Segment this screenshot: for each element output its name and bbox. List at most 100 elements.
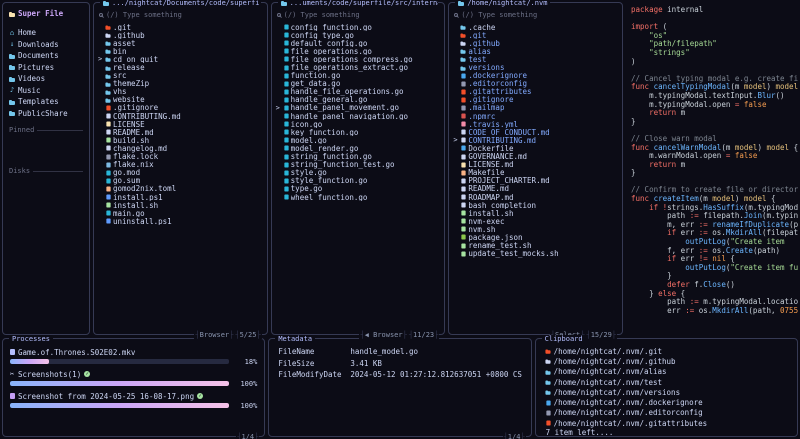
- file-name: Dockerfile: [468, 144, 513, 152]
- file-row[interactable]: .dockerignore: [451, 72, 620, 80]
- md-icon: [106, 146, 110, 151]
- file-row[interactable]: release: [96, 63, 265, 71]
- file-row[interactable]: model.go: [274, 136, 443, 144]
- file-row[interactable]: GOVERNANCE.md: [451, 153, 620, 161]
- file-row[interactable]: go.sum: [96, 177, 265, 185]
- sidebar-item[interactable]: PublicShare: [7, 108, 85, 120]
- file-row[interactable]: themeZip: [96, 80, 265, 88]
- sidebar-item[interactable]: ⌂ Home: [7, 27, 85, 39]
- file-row[interactable]: file_operations.go: [274, 47, 443, 55]
- file-row[interactable]: .git: [96, 23, 265, 31]
- file-row[interactable]: flake.nix: [96, 161, 265, 169]
- file-row[interactable]: install.ps1: [96, 193, 265, 201]
- file-row[interactable]: flake.lock: [96, 153, 265, 161]
- file-row[interactable]: gomod2nix.toml: [96, 185, 265, 193]
- file-row[interactable]: website: [96, 96, 265, 104]
- file-row[interactable]: .travis.yml: [451, 120, 620, 128]
- file-row[interactable]: .cache: [451, 23, 620, 31]
- file-row[interactable]: .gitignore: [96, 104, 265, 112]
- file-row[interactable]: file_operations_compress.go: [274, 55, 443, 63]
- file-row[interactable]: config_type.go: [274, 31, 443, 39]
- sidebar-item[interactable]: Videos: [7, 73, 85, 85]
- file-row[interactable]: vhs: [96, 88, 265, 96]
- file-row[interactable]: .git: [451, 31, 620, 39]
- sidebar-item[interactable]: ↓ Downloads: [7, 39, 85, 51]
- file-row[interactable]: install.sh: [451, 209, 620, 217]
- go-icon: [284, 81, 288, 86]
- file-row[interactable]: CONTRIBUTING.md: [451, 136, 620, 144]
- file-row[interactable]: CODE_OF_CONDUCT.md: [451, 128, 620, 136]
- file-row[interactable]: ROADMAP.md: [451, 193, 620, 201]
- file-row[interactable]: bash_completion: [451, 201, 620, 209]
- file-row[interactable]: asset: [96, 39, 265, 47]
- file-row[interactable]: handle_panel_navigation.go: [274, 112, 443, 120]
- file-row[interactable]: style_function.go: [274, 177, 443, 185]
- file-row[interactable]: model_render.go: [274, 144, 443, 152]
- file-row[interactable]: .github: [96, 31, 265, 39]
- file-row[interactable]: nvm-exec: [451, 217, 620, 225]
- file-row[interactable]: .npmrc: [451, 112, 620, 120]
- file-row[interactable]: .gitignore: [451, 96, 620, 104]
- disk-item[interactable]: [7, 178, 85, 190]
- file-row[interactable]: .github: [451, 39, 620, 47]
- file-row[interactable]: key_function.go: [274, 128, 443, 136]
- file-row[interactable]: wheel_function.go: [274, 193, 443, 201]
- file-row[interactable]: nvm.sh: [451, 225, 620, 233]
- file-row[interactable]: CONTRIBUTING.md: [96, 112, 265, 120]
- file-row[interactable]: PROJECT_CHARTER.md: [451, 177, 620, 185]
- sidebar-item[interactable]: Pictures: [7, 62, 85, 74]
- file-row[interactable]: cd_on_quit: [96, 55, 265, 63]
- metadata-value: handle_model.go: [350, 347, 418, 359]
- file-row[interactable]: get_data.go: [274, 80, 443, 88]
- file-row[interactable]: .gitattributes: [451, 88, 620, 96]
- file-row[interactable]: package.json: [451, 233, 620, 241]
- search-bar[interactable]: (/) Type something: [277, 11, 440, 19]
- sidebar-item[interactable]: ♪ Music: [7, 85, 85, 97]
- file-row[interactable]: test: [451, 55, 620, 63]
- file-row[interactable]: uninstall.ps1: [96, 217, 265, 225]
- file-row[interactable]: README.md: [451, 185, 620, 193]
- pinned-item[interactable]: [7, 149, 85, 161]
- file-row[interactable]: install.sh: [96, 201, 265, 209]
- file-row[interactable]: .mailmap: [451, 104, 620, 112]
- file-row[interactable]: update_test_mocks.sh: [451, 250, 620, 258]
- file-row[interactable]: rename_test.sh: [451, 242, 620, 250]
- processes-title: Processes: [9, 335, 53, 343]
- search-bar[interactable]: (/) Type something: [454, 11, 617, 19]
- sidebar-item[interactable]: Documents: [7, 50, 85, 62]
- file-row[interactable]: LICENSE.md: [451, 161, 620, 169]
- file-row[interactable]: handle_general.go: [274, 96, 443, 104]
- process-item[interactable]: Game.of.Thrones.S02E02.mkv ✓ 18%: [9, 347, 258, 366]
- file-row[interactable]: changelog.md: [96, 144, 265, 152]
- file-row[interactable]: bin: [96, 47, 265, 55]
- file-row[interactable]: go.mod: [96, 169, 265, 177]
- file-row[interactable]: versions: [451, 63, 620, 71]
- file-row[interactable]: src: [96, 72, 265, 80]
- search-bar[interactable]: (/) Type something: [99, 11, 262, 19]
- file-row[interactable]: main.go: [96, 209, 265, 217]
- process-item[interactable]: Screenshot from 2024-05-25 16-08-17.png …: [9, 391, 258, 410]
- file-row[interactable]: string_function_test.go: [274, 161, 443, 169]
- file-row[interactable]: build.sh: [96, 136, 265, 144]
- file-row[interactable]: file_operations_extract.go: [274, 63, 443, 71]
- process-item[interactable]: ✂ Screenshots(1) ✓ 100%: [9, 369, 258, 388]
- file-row[interactable]: string_function.go: [274, 153, 443, 161]
- file-row[interactable]: handle_panel_movement.go: [274, 104, 443, 112]
- file-row[interactable]: alias: [451, 47, 620, 55]
- file-row[interactable]: handle_file_operations.go: [274, 88, 443, 96]
- file-row[interactable]: .editorconfig: [451, 80, 620, 88]
- pinned-item[interactable]: [7, 137, 85, 149]
- file-row[interactable]: LICENSE: [96, 120, 265, 128]
- sidebar-item[interactable]: Templates: [7, 96, 85, 108]
- file-row[interactable]: type.go: [274, 185, 443, 193]
- file-row[interactable]: Makefile: [451, 169, 620, 177]
- disk-item[interactable]: [7, 190, 85, 202]
- file-row[interactable]: default_config.go: [274, 39, 443, 47]
- file-row[interactable]: Dockerfile: [451, 144, 620, 152]
- file-row[interactable]: function.go: [274, 72, 443, 80]
- file-row[interactable]: README.md: [96, 128, 265, 136]
- file-row[interactable]: style.go: [274, 169, 443, 177]
- file-row[interactable]: icon.go: [274, 120, 443, 128]
- file-row[interactable]: config_function.go: [274, 23, 443, 31]
- go-icon: [284, 194, 288, 199]
